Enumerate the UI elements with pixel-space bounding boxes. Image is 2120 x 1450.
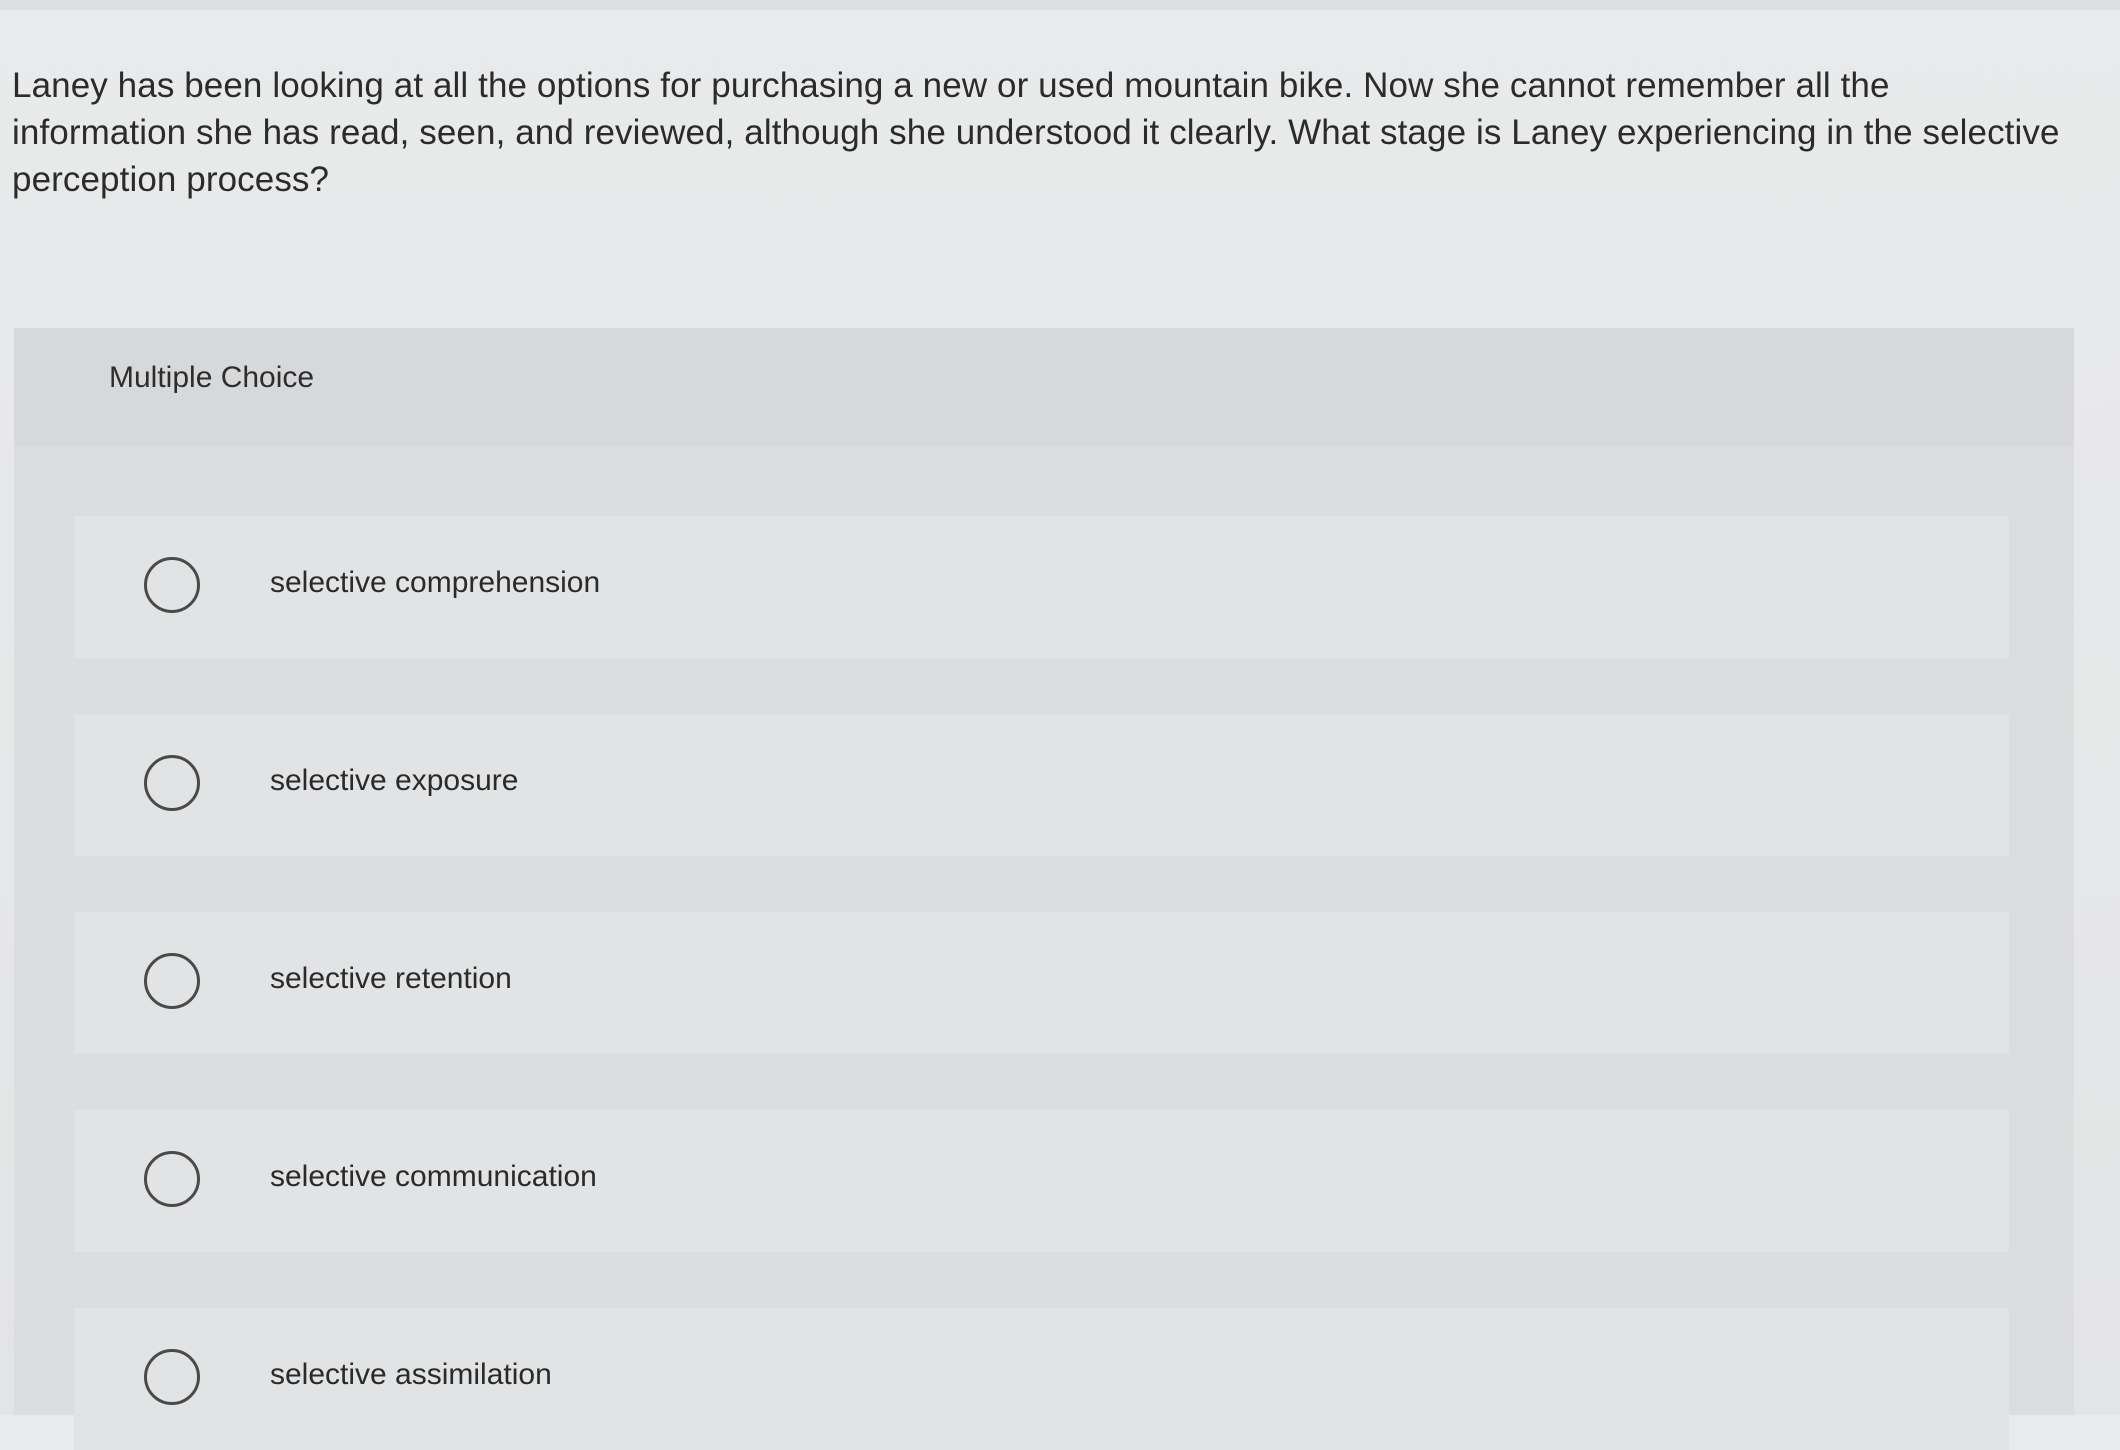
option-label: selective comprehension xyxy=(270,566,601,599)
option-selective-retention[interactable]: selective retention xyxy=(74,912,2009,1054)
option-selective-comprehension[interactable]: selective comprehension xyxy=(74,516,2009,658)
option-label: selective retention xyxy=(270,962,512,995)
radio-button[interactable] xyxy=(144,953,200,1009)
radio-button[interactable] xyxy=(144,755,200,811)
option-label: selective assimilation xyxy=(270,1358,552,1391)
radio-button[interactable] xyxy=(144,1349,200,1405)
multiple-choice-header: Multiple Choice xyxy=(14,328,2074,446)
question-text: Laney has been looking at all the option… xyxy=(12,66,2060,199)
top-border xyxy=(0,0,2120,10)
radio-button[interactable] xyxy=(144,1151,200,1207)
option-selective-communication[interactable]: selective communication xyxy=(74,1110,2009,1252)
option-selective-assimilation[interactable]: selective assimilation xyxy=(74,1308,2009,1450)
radio-button[interactable] xyxy=(144,557,200,613)
option-label: selective exposure xyxy=(270,764,519,797)
option-label: selective communication xyxy=(270,1160,597,1193)
multiple-choice-label: Multiple Choice xyxy=(109,361,315,394)
multiple-choice-panel: Multiple Choice selective comprehension … xyxy=(14,328,2074,1450)
option-selective-exposure[interactable]: selective exposure xyxy=(74,714,2009,856)
